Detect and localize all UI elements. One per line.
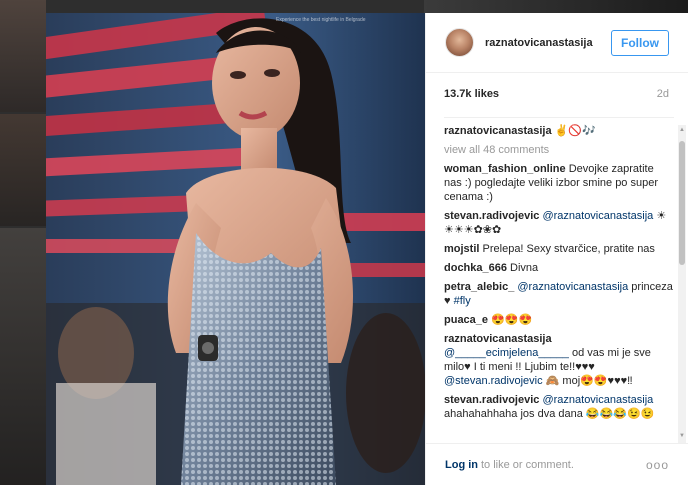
more-options-icon[interactable]: ooo — [646, 458, 669, 472]
comment-text: Prelepa! Sexy stvarčice, pratite nas — [482, 243, 655, 255]
comment: woman_fashion_online Devojke zapratite n… — [444, 162, 674, 204]
caption-username[interactable]: raznatovicanastasija — [444, 125, 552, 137]
comment-username[interactable]: stevan.radivojevic — [444, 210, 539, 222]
comment-text: Divna — [510, 262, 539, 274]
comment-mention[interactable]: @raznatovicanastasija — [542, 210, 653, 222]
comment-text: ahahahahhaha jos dva dana 😂😂😂😉😉 — [444, 408, 655, 420]
comment-mention[interactable]: @stevan.radivojevic — [444, 375, 543, 387]
background-thumbnail[interactable] — [0, 0, 46, 112]
comment-text: 🙈 moj😍😍♥♥♥‼ — [545, 375, 633, 387]
post-footer: Log in to like or comment. ooo — [426, 443, 688, 485]
post-username[interactable]: raznatovicanastasija — [485, 37, 611, 49]
comment-username[interactable]: dochka_666 — [444, 262, 507, 274]
background-strip — [424, 0, 688, 13]
comment: raznatovicanastasija @_____ecimjelena___… — [444, 332, 674, 388]
post-header: raznatovicanastasija Follow — [426, 13, 688, 73]
likes-row: 13.7k likes 2d — [444, 88, 669, 100]
comment: petra_alebic_ @raznatovicanastasija prin… — [444, 280, 674, 308]
photo-overlay-text: Experience the best nightlife in Belgrad… — [276, 17, 366, 23]
post-age[interactable]: 2d — [657, 88, 669, 100]
comment-mention[interactable]: @raznatovicanastasija — [542, 394, 653, 406]
comment-username[interactable]: petra_alebic_ — [444, 281, 514, 293]
comment-mention[interactable]: @_____ecimjelena_____ — [444, 347, 569, 359]
comment: dochka_666 Divna — [444, 261, 674, 275]
comment: mojstil Prelepa! Sexy stvarčice, pratite… — [444, 242, 674, 256]
caption: raznatovicanastasija ✌🚫🎶 — [444, 124, 674, 138]
comment-username[interactable]: stevan.radivojevic — [444, 394, 539, 406]
comment-username[interactable]: mojstil — [444, 243, 479, 255]
comment-text: 😍😍😍 — [491, 314, 533, 326]
comment-username[interactable]: raznatovicanastasija — [444, 333, 552, 345]
comments-list[interactable]: raznatovicanastasija ✌🚫🎶 view all 48 com… — [444, 117, 674, 443]
photo-illustration: Experience the best nightlife in Belgrad… — [46, 13, 425, 485]
login-link[interactable]: Log in — [445, 459, 478, 471]
background-thumbnail[interactable] — [0, 114, 46, 226]
scroll-up-arrow-icon[interactable]: ▲ — [679, 127, 685, 133]
comment-username[interactable]: woman_fashion_online — [444, 163, 566, 175]
avatar[interactable] — [445, 28, 474, 57]
comment: stevan.radivojevic @raznatovicanastasija… — [444, 209, 674, 237]
post-details-panel: raznatovicanastasija Follow 13.7k likes … — [425, 13, 688, 485]
comment: puaca_e 😍😍😍 — [444, 313, 674, 327]
post-photo[interactable]: Experience the best nightlife in Belgrad… — [46, 13, 425, 485]
comment: stevan.radivojevic @raznatovicanastasija… — [444, 393, 674, 421]
caption-text: ✌🚫🎶 — [554, 125, 596, 137]
login-prompt-text: to like or comment. — [481, 458, 574, 471]
comment-hashtag[interactable]: #fly — [454, 295, 471, 307]
follow-button[interactable]: Follow — [611, 29, 669, 56]
comment-username[interactable]: puaca_e — [444, 314, 488, 326]
scrollbar-thumb[interactable] — [679, 141, 685, 265]
view-all-comments-link[interactable]: view all 48 comments — [444, 143, 674, 157]
likes-count[interactable]: 13.7k likes — [444, 88, 499, 100]
background-thumbnail[interactable] — [0, 228, 46, 485]
scroll-down-arrow-icon[interactable]: ▼ — [679, 433, 685, 439]
comment-mention[interactable]: @raznatovicanastasija — [517, 281, 628, 293]
